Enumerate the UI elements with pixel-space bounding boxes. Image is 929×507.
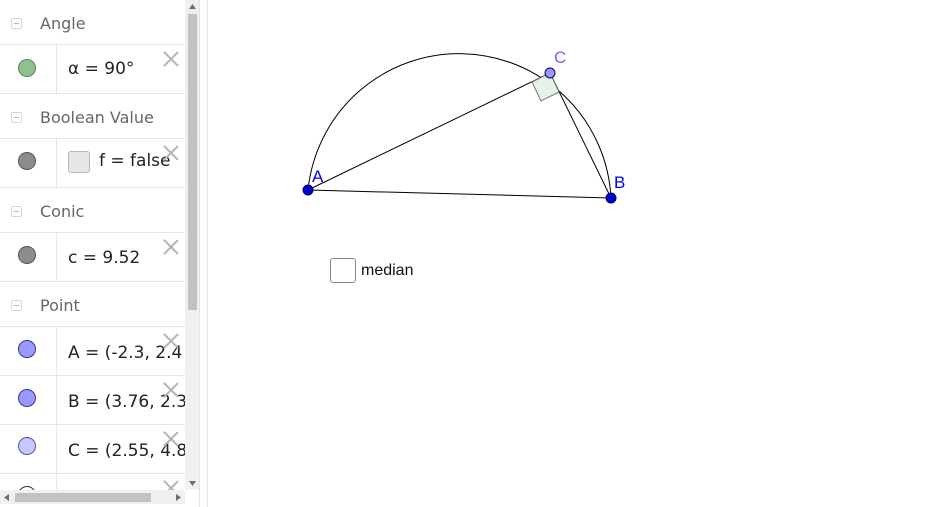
algebra-item-f[interactable]: f = false — [0, 139, 185, 188]
group-title: Angle — [40, 14, 86, 33]
algebra-item-alpha[interactable]: α = 90° — [0, 45, 185, 94]
group-header-conic[interactable]: Conic — [0, 188, 185, 233]
algebra-item-point-a[interactable]: A = (-2.3, 2.4 — [0, 327, 185, 376]
delete-icon[interactable] — [161, 478, 181, 490]
algebra-item-point-c[interactable]: C = (2.55, 4.8 — [0, 425, 185, 474]
segment-ab[interactable] — [307, 189, 612, 199]
median-checkbox-label[interactable]: median — [361, 262, 413, 280]
group-title: Point — [40, 296, 80, 315]
visibility-toggle-icon[interactable] — [18, 152, 36, 170]
algebra-item-partial[interactable] — [0, 474, 185, 490]
horizontal-scroll-thumb[interactable] — [15, 493, 151, 502]
vertical-scrollbar[interactable] — [185, 0, 199, 490]
group-header-boolean-value[interactable]: Boolean Value — [0, 94, 185, 139]
marble-cell — [0, 425, 57, 473]
delete-icon[interactable] — [161, 380, 181, 400]
visibility-toggle-icon[interactable] — [18, 59, 36, 77]
horizontal-scrollbar[interactable] — [0, 490, 185, 504]
marble-cell — [0, 376, 57, 424]
collapse-icon[interactable] — [11, 300, 22, 311]
algebra-item-c[interactable]: c = 9.52 — [0, 233, 185, 282]
point-a[interactable] — [302, 184, 314, 196]
algebra-item-text[interactable]: c = 9.52 — [68, 248, 140, 268]
visibility-toggle-icon[interactable] — [18, 437, 36, 455]
algebra-item-text[interactable]: α = 90° — [68, 59, 134, 79]
point-label-a: A — [312, 167, 324, 186]
marble-cell — [0, 474, 57, 490]
scroll-up-icon[interactable] — [188, 3, 197, 13]
collapse-icon[interactable] — [11, 112, 22, 123]
vertical-scroll-thumb[interactable] — [188, 14, 197, 310]
delete-icon[interactable] — [161, 49, 181, 69]
group-header-point[interactable]: Point — [0, 282, 185, 327]
point-b[interactable] — [605, 192, 617, 204]
point-c[interactable] — [544, 67, 556, 79]
marble-cell — [0, 327, 57, 375]
visibility-toggle-icon[interactable] — [18, 246, 36, 264]
marble-cell — [0, 45, 57, 93]
visibility-toggle-icon[interactable] — [18, 389, 36, 407]
marble-cell — [0, 233, 57, 281]
boolean-checkbox[interactable] — [68, 151, 90, 173]
delete-icon[interactable] — [161, 331, 181, 351]
delete-icon[interactable] — [161, 237, 181, 257]
delete-icon[interactable] — [161, 429, 181, 449]
algebra-item-text[interactable]: f = false — [99, 151, 170, 171]
scroll-left-icon[interactable] — [3, 493, 11, 502]
right-angle-marker[interactable] — [531, 72, 560, 102]
scroll-down-icon[interactable] — [188, 479, 197, 489]
group-header-angle[interactable]: Angle — [0, 0, 185, 45]
algebra-view: Angle α = 90° Boolean Value f = false Co… — [0, 0, 185, 490]
marble-cell — [0, 139, 57, 187]
view-divider[interactable] — [199, 0, 208, 507]
group-title: Boolean Value — [40, 108, 154, 127]
group-title: Conic — [40, 202, 85, 221]
delete-icon[interactable] — [161, 143, 181, 163]
segment-bc[interactable] — [549, 72, 612, 199]
collapse-icon[interactable] — [11, 18, 22, 29]
collapse-icon[interactable] — [11, 206, 22, 217]
scroll-right-icon[interactable] — [174, 493, 182, 502]
semicircle-arc[interactable] — [307, 53, 612, 199]
median-checkbox[interactable] — [330, 258, 356, 283]
algebra-item-point-b[interactable]: B = (3.76, 2.3 — [0, 376, 185, 425]
segment-ac[interactable] — [307, 72, 551, 191]
point-label-b: B — [614, 173, 625, 192]
visibility-toggle-icon[interactable] — [18, 340, 36, 358]
point-label-c: C — [554, 48, 566, 67]
